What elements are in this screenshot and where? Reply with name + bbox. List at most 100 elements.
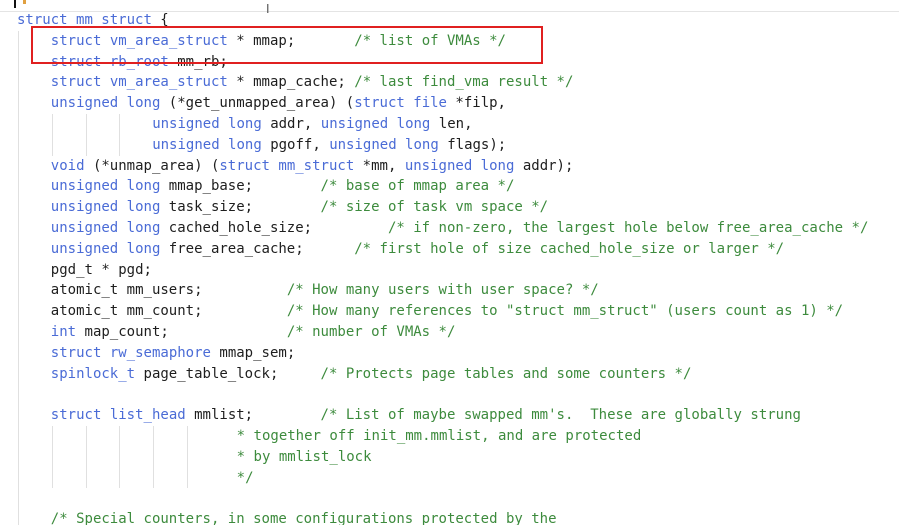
code-line[interactable]: pgd_t * pgd;: [0, 259, 899, 281]
code-line[interactable]: unsigned long cached_hole_size; /* if no…: [0, 217, 899, 239]
code-token: pgoff,: [261, 136, 330, 153]
code-token: mm_struct: [76, 12, 152, 28]
indent-guide: [18, 342, 19, 364]
code-token: struct: [50, 407, 110, 424]
code-text: struct mm_struct {: [17, 10, 169, 31]
code-token: * mmap_cache;: [227, 74, 355, 91]
code-token: * mmap;: [227, 32, 355, 49]
code-line[interactable]: struct list_head mmlist; /* List of mayb…: [0, 405, 899, 426]
code-line[interactable]: /* Special counters, in some configurati…: [0, 509, 899, 525]
code-token: int: [50, 323, 77, 340]
code-line[interactable]: * together off init_mm.mmlist, and are p…: [0, 425, 899, 447]
indent-guide: [18, 363, 19, 385]
modified-indicator: [23, 0, 26, 4]
code-line[interactable]: struct rw_semaphore mmap_sem;: [0, 342, 899, 364]
code-line[interactable]: spinlock_t page_table_lock; /* Protects …: [0, 363, 899, 385]
code-text: */: [228, 468, 254, 489]
indent-guide: [18, 155, 19, 177]
code-token: flags);: [438, 136, 507, 153]
code-token: unsigned long: [152, 136, 262, 153]
indent-guide: [153, 467, 155, 489]
indent-guide: [85, 425, 87, 447]
code-editor[interactable]: I struct mm_struct {struct vm_area_struc…: [0, 0, 899, 525]
code-token: /* last find_vma result */: [354, 74, 574, 91]
code-text: unsigned long mmap_base; /* base of mmap…: [51, 176, 515, 197]
code-token: void: [50, 157, 85, 174]
code-token: len,: [430, 115, 473, 132]
code-line[interactable]: struct rb_root mm_rb;: [0, 51, 899, 73]
code-area[interactable]: struct mm_struct {struct vm_area_struct …: [0, 10, 899, 525]
indent-guide: [187, 467, 188, 489]
code-token: atomic_t mm_users;: [50, 282, 287, 299]
code-token: task_size;: [160, 199, 321, 216]
code-token: rw_semaphore: [109, 344, 211, 361]
code-token: /* How many references to "struct mm_str…: [286, 303, 844, 320]
code-token: /* first hole of size cached_hole_size o…: [354, 240, 785, 257]
code-token: */: [228, 469, 254, 486]
code-token: vm_area_struct: [109, 74, 228, 91]
code-text: unsigned long addr, unsigned long len,: [152, 114, 472, 135]
code-text: /* Special counters, in some configurati…: [51, 509, 557, 525]
code-line[interactable]: struct vm_area_struct * mmap_cache; /* l…: [0, 72, 899, 94]
code-text: unsigned long free_area_cache; /* first …: [51, 239, 784, 260]
code-line[interactable]: [0, 384, 899, 406]
indent-guide: [18, 134, 19, 156]
code-line[interactable]: [0, 488, 899, 510]
code-text: unsigned long task_size; /* size of task…: [51, 197, 548, 218]
line-marker: [14, 0, 16, 8]
code-line[interactable]: void (*unmap_area) (struct mm_struct *mm…: [0, 155, 899, 177]
code-text: atomic_t mm_count; /* How many reference…: [51, 301, 843, 322]
indent-guide: [18, 405, 19, 426]
indent-guide: [187, 446, 188, 468]
code-line[interactable]: int map_count; /* number of VMAs */: [0, 321, 899, 343]
code-line[interactable]: unsigned long addr, unsigned long len,: [0, 113, 899, 135]
code-line[interactable]: atomic_t mm_users; /* How many users wit…: [0, 280, 899, 302]
code-text: unsigned long (*get_unmapped_area) (stru…: [51, 93, 506, 114]
indent-guide: [85, 134, 87, 156]
indent-guide: [18, 446, 19, 468]
code-token: * by mmlist_lock: [228, 448, 372, 465]
code-token: /* List of maybe swapped mm's. These are…: [320, 407, 801, 424]
code-text: void (*unmap_area) (struct mm_struct *mm…: [51, 156, 574, 177]
code-token: {: [151, 12, 169, 28]
indent-guide: [18, 113, 19, 135]
code-text: pgd_t * pgd;: [51, 260, 152, 281]
code-text: struct vm_area_struct * mmap; /* list of…: [51, 31, 506, 52]
code-token: struct: [354, 95, 414, 112]
code-token: /* How many users with user space? */: [286, 282, 599, 299]
code-token: map_count;: [76, 323, 287, 340]
indent-guide: [18, 72, 19, 94]
indent-guide: [51, 134, 53, 156]
code-token: struct: [50, 344, 110, 361]
code-line[interactable]: unsigned long (*get_unmapped_area) (stru…: [0, 93, 899, 114]
code-line[interactable]: unsigned long free_area_cache; /* first …: [0, 238, 899, 260]
code-line[interactable]: atomic_t mm_count; /* How many reference…: [0, 301, 899, 322]
code-token: cached_hole_size;: [160, 219, 388, 236]
code-token: mmlist;: [185, 407, 321, 424]
code-token: struct: [50, 32, 110, 49]
code-text: * by mmlist_lock: [228, 447, 372, 468]
code-token: /* size of task vm space */: [320, 199, 549, 216]
code-token: unsigned long: [50, 240, 161, 257]
code-line[interactable]: * by mmlist_lock: [0, 446, 899, 468]
code-line[interactable]: struct vm_area_struct * mmap; /* list of…: [0, 30, 899, 52]
indent-guide: [51, 113, 53, 135]
code-token: page_table_lock;: [135, 365, 321, 382]
code-line[interactable]: struct mm_struct {: [0, 10, 899, 31]
code-text: * together off init_mm.mmlist, and are p…: [228, 426, 642, 447]
code-line[interactable]: unsigned long task_size; /* size of task…: [0, 197, 899, 218]
code-line[interactable]: unsigned long mmap_base; /* base of mmap…: [0, 176, 899, 198]
indent-guide: [18, 301, 19, 322]
indent-guide: [18, 384, 19, 406]
code-text: unsigned long pgoff, unsigned long flags…: [152, 135, 506, 156]
code-line[interactable]: unsigned long pgoff, unsigned long flags…: [0, 134, 899, 156]
code-token: mmap_base;: [160, 178, 321, 195]
code-token: struct: [50, 74, 110, 91]
code-token: unsigned long: [152, 115, 262, 132]
code-text: struct rw_semaphore mmap_sem;: [51, 343, 295, 364]
indent-guide: [18, 488, 19, 510]
code-line[interactable]: */: [0, 467, 899, 489]
code-token: /* number of VMAs */: [286, 323, 456, 340]
indent-guide: [119, 446, 121, 468]
indent-guide: [119, 113, 121, 135]
